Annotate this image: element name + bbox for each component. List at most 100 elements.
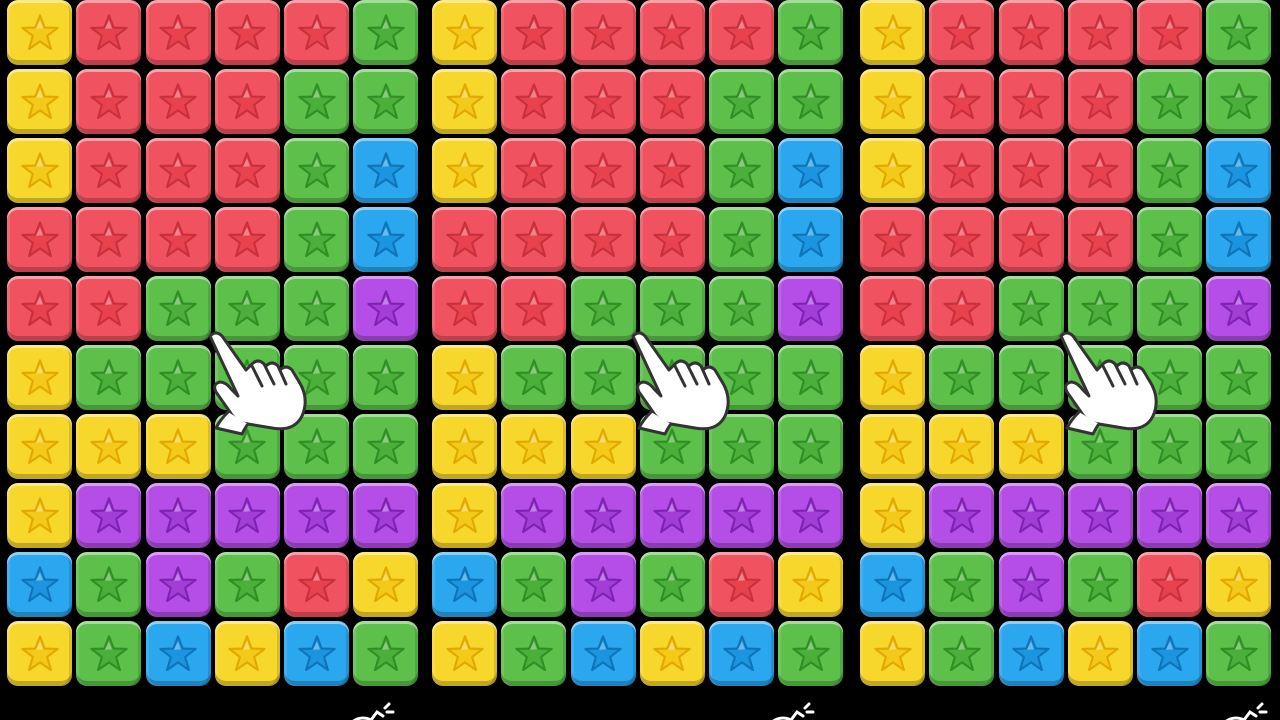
red-star-tile[interactable]	[570, 69, 636, 134]
purple-star-tile[interactable]	[76, 483, 142, 548]
red-star-tile[interactable]	[1067, 69, 1133, 134]
purple-star-tile[interactable]	[778, 276, 844, 341]
yellow-star-tile[interactable]	[639, 621, 705, 686]
green-star-tile[interactable]	[353, 414, 419, 479]
purple-star-tile[interactable]	[284, 483, 350, 548]
yellow-star-tile[interactable]	[860, 414, 925, 479]
purple-star-tile[interactable]	[778, 483, 844, 548]
red-star-tile[interactable]	[76, 207, 142, 272]
green-star-tile[interactable]	[778, 414, 844, 479]
green-star-tile[interactable]	[1137, 207, 1203, 272]
red-star-tile[interactable]	[7, 276, 72, 341]
green-star-tile[interactable]	[778, 0, 844, 65]
red-star-tile[interactable]	[570, 0, 636, 65]
yellow-star-tile[interactable]	[432, 621, 497, 686]
green-star-tile[interactable]	[709, 138, 775, 203]
purple-star-tile[interactable]	[570, 552, 636, 617]
green-star-tile[interactable]	[501, 552, 567, 617]
red-star-tile[interactable]	[860, 276, 925, 341]
yellow-star-tile[interactable]	[7, 138, 72, 203]
blue-star-tile[interactable]	[998, 621, 1064, 686]
red-star-tile[interactable]	[570, 138, 636, 203]
red-star-tile[interactable]	[501, 276, 567, 341]
yellow-star-tile[interactable]	[860, 138, 925, 203]
purple-star-tile[interactable]	[145, 552, 211, 617]
blue-star-tile[interactable]	[860, 552, 925, 617]
red-star-tile[interactable]	[929, 69, 995, 134]
purple-star-tile[interactable]	[1067, 483, 1133, 548]
red-star-tile[interactable]	[284, 552, 350, 617]
red-star-tile[interactable]	[432, 276, 497, 341]
green-star-tile[interactable]	[1137, 138, 1203, 203]
red-star-tile[interactable]	[501, 0, 567, 65]
red-star-tile[interactable]	[145, 0, 211, 65]
green-star-tile[interactable]	[353, 69, 419, 134]
green-star-tile[interactable]	[501, 345, 567, 410]
red-star-tile[interactable]	[1137, 0, 1203, 65]
red-star-tile[interactable]	[929, 0, 995, 65]
purple-star-tile[interactable]	[353, 276, 419, 341]
green-star-tile[interactable]	[76, 621, 142, 686]
yellow-star-tile[interactable]	[860, 69, 925, 134]
blue-star-tile[interactable]	[709, 621, 775, 686]
yellow-star-tile[interactable]	[1206, 552, 1272, 617]
blue-star-tile[interactable]	[353, 207, 419, 272]
green-star-tile[interactable]	[1206, 69, 1272, 134]
yellow-star-tile[interactable]	[432, 69, 497, 134]
red-star-tile[interactable]	[501, 207, 567, 272]
green-star-tile[interactable]	[1206, 0, 1272, 65]
red-star-tile[interactable]	[929, 276, 995, 341]
purple-star-tile[interactable]	[570, 483, 636, 548]
yellow-star-tile[interactable]	[860, 0, 925, 65]
red-star-tile[interactable]	[214, 0, 280, 65]
yellow-star-tile[interactable]	[76, 414, 142, 479]
green-star-tile[interactable]	[1206, 414, 1272, 479]
red-star-tile[interactable]	[639, 0, 705, 65]
red-star-tile[interactable]	[570, 207, 636, 272]
red-star-tile[interactable]	[1067, 138, 1133, 203]
purple-star-tile[interactable]	[929, 483, 995, 548]
purple-star-tile[interactable]	[1206, 483, 1272, 548]
red-star-tile[interactable]	[501, 69, 567, 134]
red-star-tile[interactable]	[998, 138, 1064, 203]
purple-star-tile[interactable]	[1137, 483, 1203, 548]
red-star-tile[interactable]	[639, 69, 705, 134]
green-star-tile[interactable]	[929, 345, 995, 410]
purple-star-tile[interactable]	[145, 483, 211, 548]
yellow-star-tile[interactable]	[432, 483, 497, 548]
purple-star-tile[interactable]	[639, 483, 705, 548]
yellow-star-tile[interactable]	[7, 345, 72, 410]
red-star-tile[interactable]	[432, 207, 497, 272]
green-star-tile[interactable]	[284, 207, 350, 272]
green-star-tile[interactable]	[778, 345, 844, 410]
yellow-star-tile[interactable]	[214, 621, 280, 686]
yellow-star-tile[interactable]	[929, 414, 995, 479]
green-star-tile[interactable]	[353, 621, 419, 686]
purple-star-tile[interactable]	[998, 483, 1064, 548]
red-star-tile[interactable]	[709, 0, 775, 65]
purple-star-tile[interactable]	[214, 483, 280, 548]
yellow-star-tile[interactable]	[7, 621, 72, 686]
red-star-tile[interactable]	[214, 138, 280, 203]
green-star-tile[interactable]	[709, 69, 775, 134]
yellow-star-tile[interactable]	[353, 552, 419, 617]
yellow-star-tile[interactable]	[432, 414, 497, 479]
purple-star-tile[interactable]	[998, 552, 1064, 617]
green-star-tile[interactable]	[709, 207, 775, 272]
yellow-star-tile[interactable]	[7, 483, 72, 548]
yellow-star-tile[interactable]	[432, 0, 497, 65]
red-star-tile[interactable]	[501, 138, 567, 203]
blue-star-tile[interactable]	[570, 621, 636, 686]
yellow-star-tile[interactable]	[432, 138, 497, 203]
green-star-tile[interactable]	[778, 69, 844, 134]
red-star-tile[interactable]	[639, 138, 705, 203]
green-star-tile[interactable]	[1067, 552, 1133, 617]
red-star-tile[interactable]	[709, 552, 775, 617]
green-star-tile[interactable]	[214, 552, 280, 617]
red-star-tile[interactable]	[929, 138, 995, 203]
yellow-star-tile[interactable]	[860, 621, 925, 686]
yellow-star-tile[interactable]	[1067, 621, 1133, 686]
red-star-tile[interactable]	[1137, 552, 1203, 617]
red-star-tile[interactable]	[639, 207, 705, 272]
red-star-tile[interactable]	[145, 207, 211, 272]
